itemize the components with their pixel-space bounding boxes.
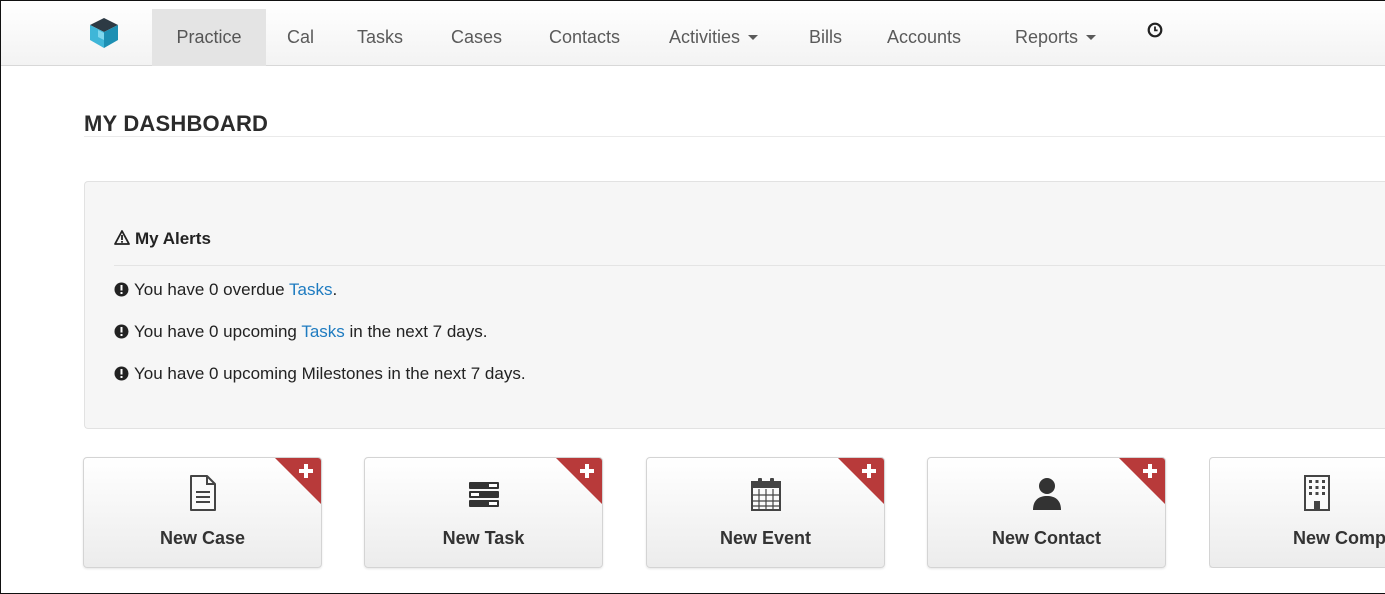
page-title: MY DASHBOARD: [84, 111, 269, 136]
alert-upcoming-milestones: You have 0 upcoming Milestones in the ne…: [114, 364, 526, 384]
nav-tasks[interactable]: Tasks: [357, 9, 403, 66]
nav-cases[interactable]: Cases: [451, 9, 502, 66]
new-company-tile[interactable]: New Compar: [1209, 457, 1385, 568]
alerts-panel: My Alerts You have 0 overdue Tasks. You …: [84, 181, 1385, 429]
alert-overdue-tasks: You have 0 overdue Tasks.: [114, 280, 337, 300]
top-navbar: Practice Cal Tasks Cases Contacts Activi…: [1, 1, 1385, 66]
plus-corner-icon[interactable]: [838, 458, 884, 504]
tasks-link[interactable]: Tasks: [289, 280, 332, 299]
divider: [84, 136, 1385, 137]
plus-corner-icon[interactable]: [1119, 458, 1165, 504]
tasks-link[interactable]: Tasks: [301, 322, 344, 341]
alerts-heading: My Alerts: [114, 229, 211, 249]
exclamation-circle-icon: [114, 324, 129, 339]
nav-accounts[interactable]: Accounts: [887, 9, 961, 66]
new-case-tile[interactable]: New Case: [83, 457, 322, 568]
tile-label: New Contact: [991, 528, 1101, 548]
nav-practice[interactable]: Practice: [152, 9, 266, 66]
tile-label: New Case: [159, 528, 246, 548]
building-icon: [1304, 475, 1330, 511]
new-task-tile[interactable]: New Task: [364, 457, 603, 568]
alert-upcoming-tasks: You have 0 upcoming Tasks in the next 7 …: [114, 322, 487, 342]
cube-logo-icon[interactable]: [89, 17, 119, 49]
nav-reports[interactable]: Reports: [1015, 9, 1097, 66]
calendar-icon: [750, 478, 781, 511]
chevron-down-icon: [1086, 35, 1097, 40]
person-icon: [1032, 478, 1061, 510]
nav-cal[interactable]: Cal: [287, 9, 314, 66]
plus-corner-icon[interactable]: [556, 458, 602, 504]
tile-clip: New Compar: [1209, 457, 1385, 568]
chevron-down-icon: [748, 35, 759, 40]
clock-icon[interactable]: [1147, 22, 1163, 38]
plus-corner-icon[interactable]: [275, 458, 321, 504]
tile-label: New Event: [719, 528, 812, 548]
exclamation-circle-icon: [114, 366, 129, 381]
document-icon: [189, 475, 216, 511]
nav-contacts[interactable]: Contacts: [549, 9, 620, 66]
nav-activities[interactable]: Activities: [669, 9, 759, 66]
new-event-tile[interactable]: New Event: [646, 457, 885, 568]
tile-label: New Task: [442, 528, 525, 548]
task-list-icon: [468, 482, 499, 507]
exclamation-circle-icon: [114, 282, 129, 297]
tile-label: New Compar: [1292, 528, 1385, 548]
divider: [114, 265, 1385, 266]
new-contact-tile[interactable]: New Contact: [927, 457, 1166, 568]
nav-bills[interactable]: Bills: [809, 9, 842, 66]
warning-triangle-icon: [114, 230, 130, 245]
